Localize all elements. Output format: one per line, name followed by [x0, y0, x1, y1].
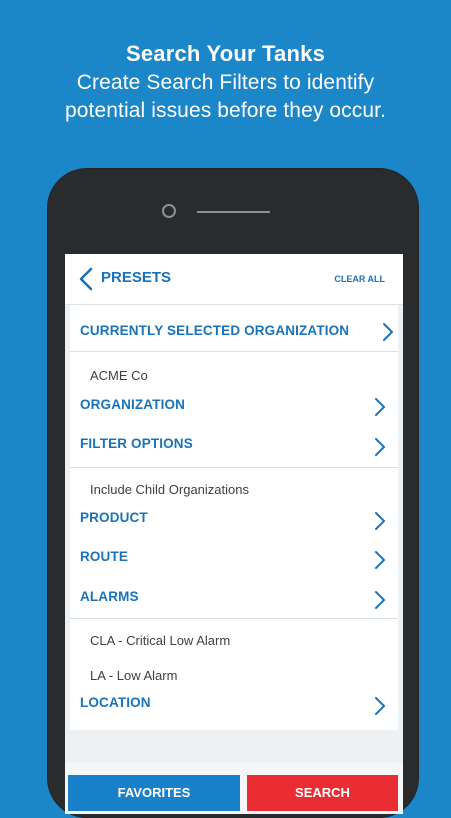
promo-subtitle-line-1: Create Search Filters to identify: [76, 70, 375, 94]
filters-panel: CURRENTLY SELECTED ORGANIZATION ACME Co …: [70, 305, 398, 730]
divider: [70, 351, 398, 352]
clear-all-button[interactable]: CLEAR ALL: [334, 274, 385, 284]
filter-options-row[interactable]: FILTER OPTIONS: [70, 436, 398, 456]
speaker-grill: [197, 211, 270, 213]
divider: [70, 618, 398, 619]
chevron-right-icon: [375, 697, 385, 715]
filter-value-row: Include Child Organizations: [70, 482, 398, 500]
current-organization-value: ACME Co: [90, 368, 148, 383]
favorites-button[interactable]: FAVORITES: [68, 775, 240, 811]
presets-title: PRESETS: [101, 269, 172, 286]
filter-options-label: FILTER OPTIONS: [80, 436, 193, 451]
chevron-right-icon: [375, 551, 385, 569]
route-row[interactable]: ROUTE: [70, 549, 398, 569]
alarm-item-row: LA - Low Alarm: [70, 668, 398, 686]
location-label: LOCATION: [80, 695, 151, 710]
alarms-label: ALARMS: [80, 589, 139, 604]
organization-row[interactable]: ORGANIZATION: [70, 397, 398, 417]
chevron-right-icon: [375, 512, 385, 530]
alarm-item-row: CLA - Critical Low Alarm: [70, 633, 398, 651]
organization-label: ORGANIZATION: [80, 397, 186, 412]
chevron-right-icon: [375, 591, 385, 609]
front-camera-icon: [162, 204, 176, 218]
alarms-row[interactable]: ALARMS: [70, 589, 398, 609]
chevron-right-icon: [375, 438, 385, 456]
chevron-right-icon: [375, 398, 385, 416]
product-row[interactable]: PRODUCT: [70, 510, 398, 530]
search-button[interactable]: SEARCH: [247, 775, 398, 811]
promo-subtitle-line-2: potential issues before they occur.: [64, 98, 387, 122]
filter-option-value: Include Child Organizations: [90, 482, 249, 497]
promo-headline: Search Your Tanks Create Search Filters …: [0, 40, 451, 124]
route-label: ROUTE: [80, 549, 128, 564]
divider: [70, 467, 398, 468]
top-navigation-bar: PRESETS CLEAR ALL: [65, 254, 403, 305]
app-screen: PRESETS CLEAR ALL CURRENTLY SELECTED ORG…: [65, 254, 403, 814]
location-row[interactable]: LOCATION: [70, 695, 398, 715]
alarm-critical-low: CLA - Critical Low Alarm: [90, 633, 231, 648]
promo-title: Search Your Tanks: [125, 41, 326, 66]
current-organization-title: CURRENTLY SELECTED ORGANIZATION: [80, 323, 350, 338]
phone-frame: PRESETS CLEAR ALL CURRENTLY SELECTED ORG…: [47, 168, 419, 818]
product-label: PRODUCT: [80, 510, 148, 525]
filters-content: CURRENTLY SELECTED ORGANIZATION ACME Co …: [65, 305, 403, 814]
current-organization-row[interactable]: CURRENTLY SELECTED ORGANIZATION: [70, 323, 398, 343]
current-organization-value-row: ACME Co: [70, 368, 398, 386]
bottom-action-bar: FAVORITES SEARCH: [65, 763, 403, 814]
chevron-left-icon[interactable]: [77, 267, 97, 291]
alarm-low: LA - Low Alarm: [90, 668, 178, 683]
chevron-right-icon: [383, 323, 393, 341]
